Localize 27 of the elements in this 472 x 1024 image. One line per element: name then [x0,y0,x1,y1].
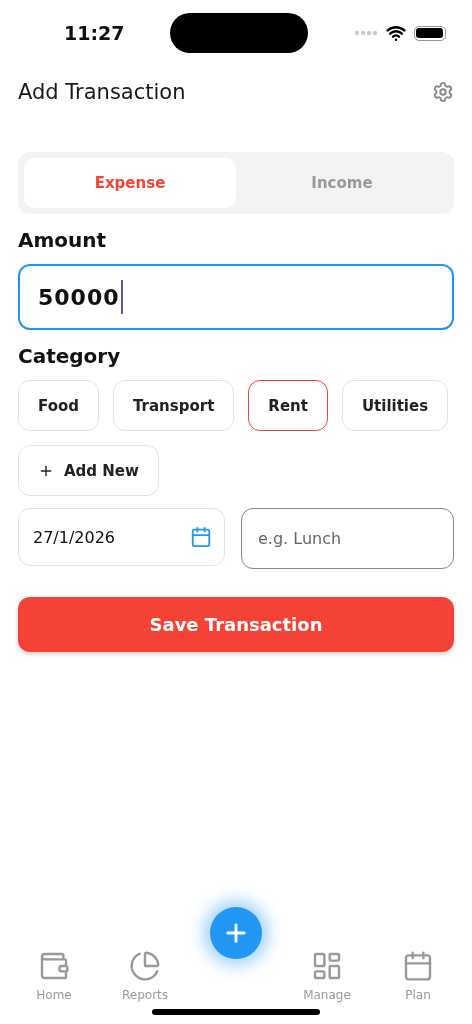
category-label: Category [18,344,122,368]
screen-title: Add Transaction [18,80,186,104]
dashboard-icon [311,950,343,982]
amount-value: 50000 [38,284,120,310]
status-time: 11:27 [64,22,125,44]
date-field[interactable]: 27/1/2026 [18,508,225,566]
add-button[interactable] [210,907,262,959]
category-chip[interactable]: Transport [113,380,235,431]
date-value: 27/1/2026 [33,527,116,547]
amount-field[interactable]: 50000 [18,264,454,330]
type-tab[interactable]: Expense [24,158,236,208]
category-chip[interactable]: Utilities [341,380,449,431]
signal-icon [354,30,378,36]
settings-icon[interactable] [432,81,454,103]
pie-chart-icon [129,950,161,982]
text-cursor [120,280,123,314]
wifi-icon [386,23,406,43]
calendar-icon[interactable] [190,526,212,548]
wallet-icon [38,950,70,982]
battery-icon [414,25,446,41]
category-chip[interactable]: Rent [248,380,328,431]
amount-label: Amount [18,228,108,252]
note-field[interactable]: e.g. Lunch [241,508,454,569]
save-button[interactable]: Save Transaction [18,597,454,652]
category-chip[interactable]: Food [18,380,99,431]
add-category-button[interactable]: Add New [18,445,159,496]
calendar-icon [402,950,434,982]
